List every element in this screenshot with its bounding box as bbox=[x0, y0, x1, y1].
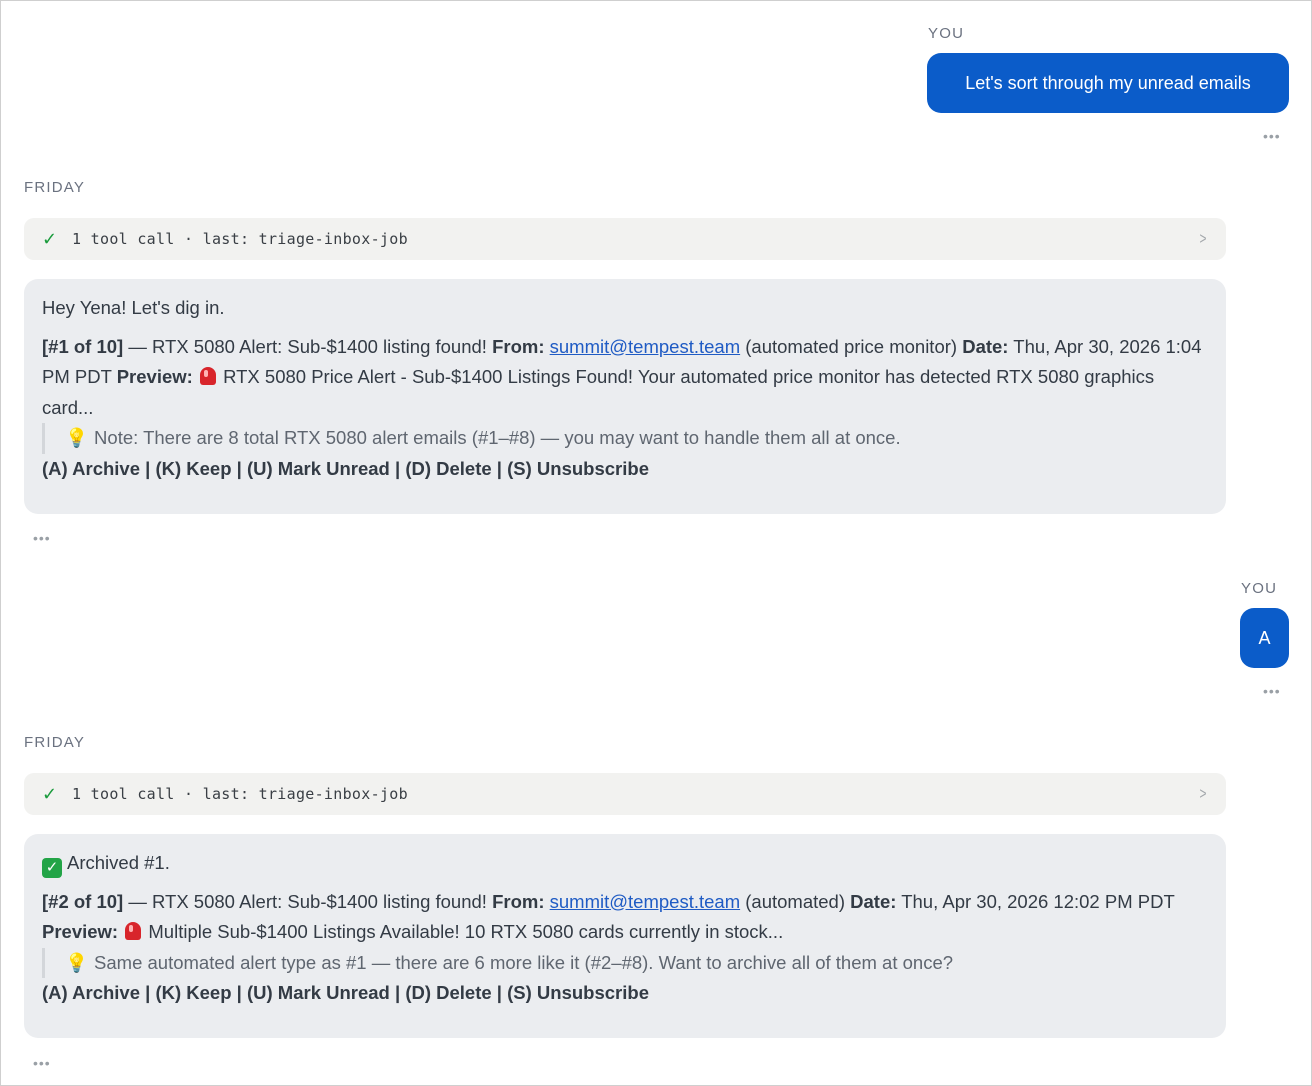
email-index: [#1 of 10] bbox=[42, 335, 124, 357]
tool-call-summary[interactable]: ✓ 1 tool call · last: triage-inbox-job > bbox=[24, 218, 1226, 260]
lightbulb-icon: 💡 bbox=[65, 951, 89, 973]
greeting-text: Hey Yena! Let's dig in. bbox=[42, 297, 225, 318]
sender-label-you: YOU bbox=[928, 25, 965, 42]
message-options-ellipsis-icon[interactable]: ••• bbox=[33, 1056, 51, 1070]
chevron-right-icon: > bbox=[1199, 229, 1207, 248]
lightbulb-icon: 💡 bbox=[65, 427, 89, 448]
status-line: ✓ Archived #1. bbox=[42, 848, 1208, 879]
tool-call-summary-text: 1 tool call · last: triage-inbox-job bbox=[72, 230, 408, 248]
message-options-ellipsis-icon[interactable]: ••• bbox=[1263, 684, 1281, 698]
note-blockquote: 💡 Note: There are 8 total RTX 5080 alert … bbox=[42, 423, 1208, 454]
email-index: [#2 of 10] bbox=[42, 890, 124, 912]
message-options-ellipsis-icon[interactable]: ••• bbox=[1263, 129, 1281, 143]
assistant-message-card: ✓ Archived #1. [#2 of 10] — RTX 5080 Aler… bbox=[24, 834, 1226, 1038]
sender-label-you: YOU bbox=[1241, 580, 1278, 597]
siren-icon bbox=[199, 367, 216, 385]
tool-call-summary-text: 1 tool call · last: triage-inbox-job bbox=[72, 785, 408, 803]
sender-note: (automated) bbox=[740, 890, 851, 912]
status-text: Archived #1. bbox=[67, 852, 170, 873]
email-preview: Multiple Sub-$1400 Listings Available! 1… bbox=[143, 921, 784, 942]
checkmark-icon: ✓ bbox=[42, 783, 58, 804]
assistant-message-card: Hey Yena! Let's dig in. [#1 of 10] — RTX… bbox=[24, 279, 1226, 514]
note-text: Same automated alert type as #1 — there … bbox=[94, 951, 954, 973]
user-message-text: Let's sort through my unread emails bbox=[965, 72, 1251, 93]
message-options-ellipsis-icon[interactable]: ••• bbox=[33, 531, 51, 545]
chevron-right-icon: > bbox=[1199, 784, 1207, 803]
user-message-bubble: Let's sort through my unread emails bbox=[927, 53, 1289, 113]
day-label: FRIDAY bbox=[24, 179, 86, 196]
user-message-text: A bbox=[1258, 627, 1271, 648]
email-summary: [#1 of 10] — RTX 5080 Alert: Sub-$1400 l… bbox=[42, 332, 1208, 424]
email-summary: [#2 of 10] — RTX 5080 Alert: Sub-$1400 l… bbox=[42, 887, 1208, 948]
date-label: Date: bbox=[850, 890, 897, 912]
preview-label: Preview: bbox=[42, 921, 119, 942]
action-options: (A) Archive | (K) Keep | (U) Mark Unread… bbox=[42, 457, 649, 479]
email-date: Thu, Apr 30, 2026 12:02 PM PDT bbox=[896, 890, 1175, 912]
from-label: From: bbox=[492, 335, 545, 357]
check-box-icon: ✓ bbox=[42, 858, 62, 878]
chat-thread: YOU Let's sort through my unread emails … bbox=[0, 0, 1312, 1086]
note-text: Note: There are 8 total RTX 5080 alert e… bbox=[94, 427, 901, 448]
sender-email-link[interactable]: summit@tempest.team bbox=[550, 891, 740, 912]
action-options: (A) Archive | (K) Keep | (U) Mark Unread… bbox=[42, 982, 649, 1003]
checkmark-icon: ✓ bbox=[42, 228, 58, 249]
sender-email-link[interactable]: summit@tempest.team bbox=[550, 336, 740, 357]
from-label: From: bbox=[492, 890, 545, 912]
siren-icon bbox=[125, 922, 142, 940]
note-blockquote: 💡 Same automated alert type as #1 — there… bbox=[42, 947, 1208, 978]
email-subject: — RTX 5080 Alert: Sub-$1400 listing foun… bbox=[123, 890, 493, 912]
sender-note: (automated price monitor) bbox=[740, 335, 963, 357]
email-subject: — RTX 5080 Alert: Sub-$1400 listing foun… bbox=[123, 335, 493, 357]
tool-call-summary[interactable]: ✓ 1 tool call · last: triage-inbox-job > bbox=[24, 773, 1226, 815]
user-message-bubble: A bbox=[1240, 608, 1289, 668]
preview-label: Preview: bbox=[116, 366, 193, 387]
date-label: Date: bbox=[962, 335, 1009, 357]
day-label: FRIDAY bbox=[24, 734, 86, 751]
